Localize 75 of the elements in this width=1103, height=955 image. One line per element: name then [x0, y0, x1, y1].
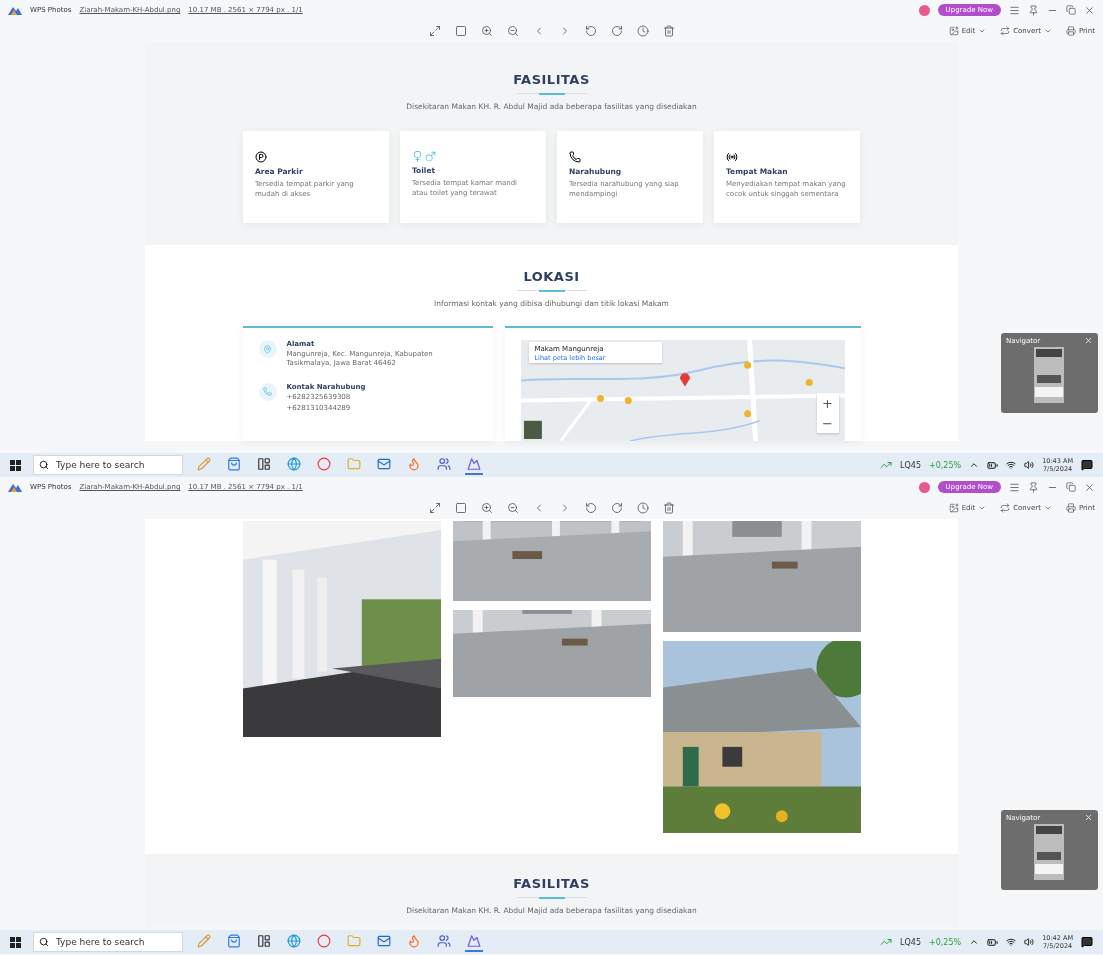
- fullscreen-icon[interactable]: [428, 25, 441, 37]
- taskbar-search-field[interactable]: Type here to search: [33, 455, 183, 475]
- edit-image-icon: [948, 503, 959, 513]
- menu-icon[interactable]: [1009, 4, 1020, 16]
- location-pin-icon: [263, 344, 272, 354]
- caret-icon: [1043, 27, 1052, 35]
- printer-icon: [1065, 26, 1076, 36]
- rotate-right-icon[interactable]: [610, 25, 623, 37]
- stock-ticker: LQ45: [900, 460, 921, 470]
- parking-icon: [255, 151, 267, 163]
- stock-chart-icon: [880, 459, 893, 471]
- restore-icon[interactable]: [1066, 482, 1076, 492]
- photos-icon[interactable]: [465, 932, 483, 952]
- fit-icon[interactable]: [454, 25, 467, 37]
- search-icon: [39, 460, 49, 470]
- convert-icon: [1000, 503, 1011, 513]
- stock-ticker: LQ45: [900, 937, 921, 947]
- battery-icon[interactable]: [987, 459, 999, 471]
- gender-icon: [412, 151, 436, 162]
- zoom-in-button[interactable]: +: [816, 393, 839, 413]
- mountain-logo-icon: [8, 5, 22, 15]
- stock-change: +0,25%: [929, 460, 962, 470]
- zoom-out-icon[interactable]: [506, 502, 519, 514]
- volume-icon[interactable]: [1024, 937, 1035, 947]
- stock-change: +0,25%: [929, 937, 962, 947]
- broadcast-icon: [726, 151, 738, 163]
- pin-icon[interactable]: [1028, 4, 1039, 16]
- delete-icon[interactable]: [662, 25, 675, 37]
- printer-icon: [1065, 503, 1076, 513]
- delete-icon[interactable]: [662, 502, 675, 514]
- caret-icon: [1043, 504, 1052, 512]
- close-icon[interactable]: [1084, 481, 1095, 493]
- mountain-logo-icon: [8, 482, 22, 492]
- convert-icon: [1000, 26, 1011, 36]
- notification-icon[interactable]: [1081, 936, 1093, 948]
- close-icon[interactable]: [1084, 813, 1093, 822]
- stock-chart-icon: [880, 936, 893, 948]
- taskbar-search-field[interactable]: Type here to search: [33, 932, 183, 952]
- section-title: LOKASI: [523, 269, 580, 284]
- tray-expand-icon[interactable]: [969, 460, 980, 470]
- avatar-icon: [918, 4, 930, 16]
- wifi-icon[interactable]: [1006, 937, 1017, 947]
- phone-icon: [569, 151, 581, 163]
- windows-start-icon[interactable]: [10, 459, 21, 471]
- phone-icon: [263, 387, 272, 397]
- caret-icon: [978, 504, 987, 512]
- menu-icon[interactable]: [1009, 481, 1020, 493]
- volume-icon[interactable]: [1024, 460, 1035, 470]
- section-title: FASILITAS: [513, 876, 590, 891]
- search-icon: [39, 937, 49, 947]
- rotate-left-icon[interactable]: [584, 25, 597, 37]
- zoom-out-button[interactable]: −: [816, 413, 839, 433]
- avatar-icon: [918, 481, 930, 493]
- restore-icon[interactable]: [1066, 5, 1076, 15]
- clock-icon[interactable]: [636, 502, 649, 514]
- edit-image-icon: [948, 26, 959, 36]
- photos-icon[interactable]: [465, 455, 483, 475]
- fit-icon[interactable]: [454, 502, 467, 514]
- clock-icon[interactable]: [636, 25, 649, 37]
- battery-icon[interactable]: [987, 936, 999, 948]
- notification-icon[interactable]: [1081, 459, 1093, 471]
- close-icon[interactable]: [1084, 4, 1095, 16]
- pin-icon[interactable]: [1028, 481, 1039, 493]
- wifi-icon[interactable]: [1006, 460, 1017, 470]
- windows-start-icon[interactable]: [10, 936, 21, 948]
- rotate-left-icon[interactable]: [584, 502, 597, 514]
- rotate-right-icon[interactable]: [610, 502, 623, 514]
- zoom-out-icon[interactable]: [506, 25, 519, 37]
- caret-icon: [978, 27, 987, 35]
- fullscreen-icon[interactable]: [428, 502, 441, 514]
- tray-expand-icon[interactable]: [969, 937, 980, 947]
- section-title: FASILITAS: [513, 72, 590, 87]
- zoom-in-icon[interactable]: [480, 25, 493, 37]
- zoom-in-icon[interactable]: [480, 502, 493, 514]
- close-icon[interactable]: [1084, 336, 1093, 345]
